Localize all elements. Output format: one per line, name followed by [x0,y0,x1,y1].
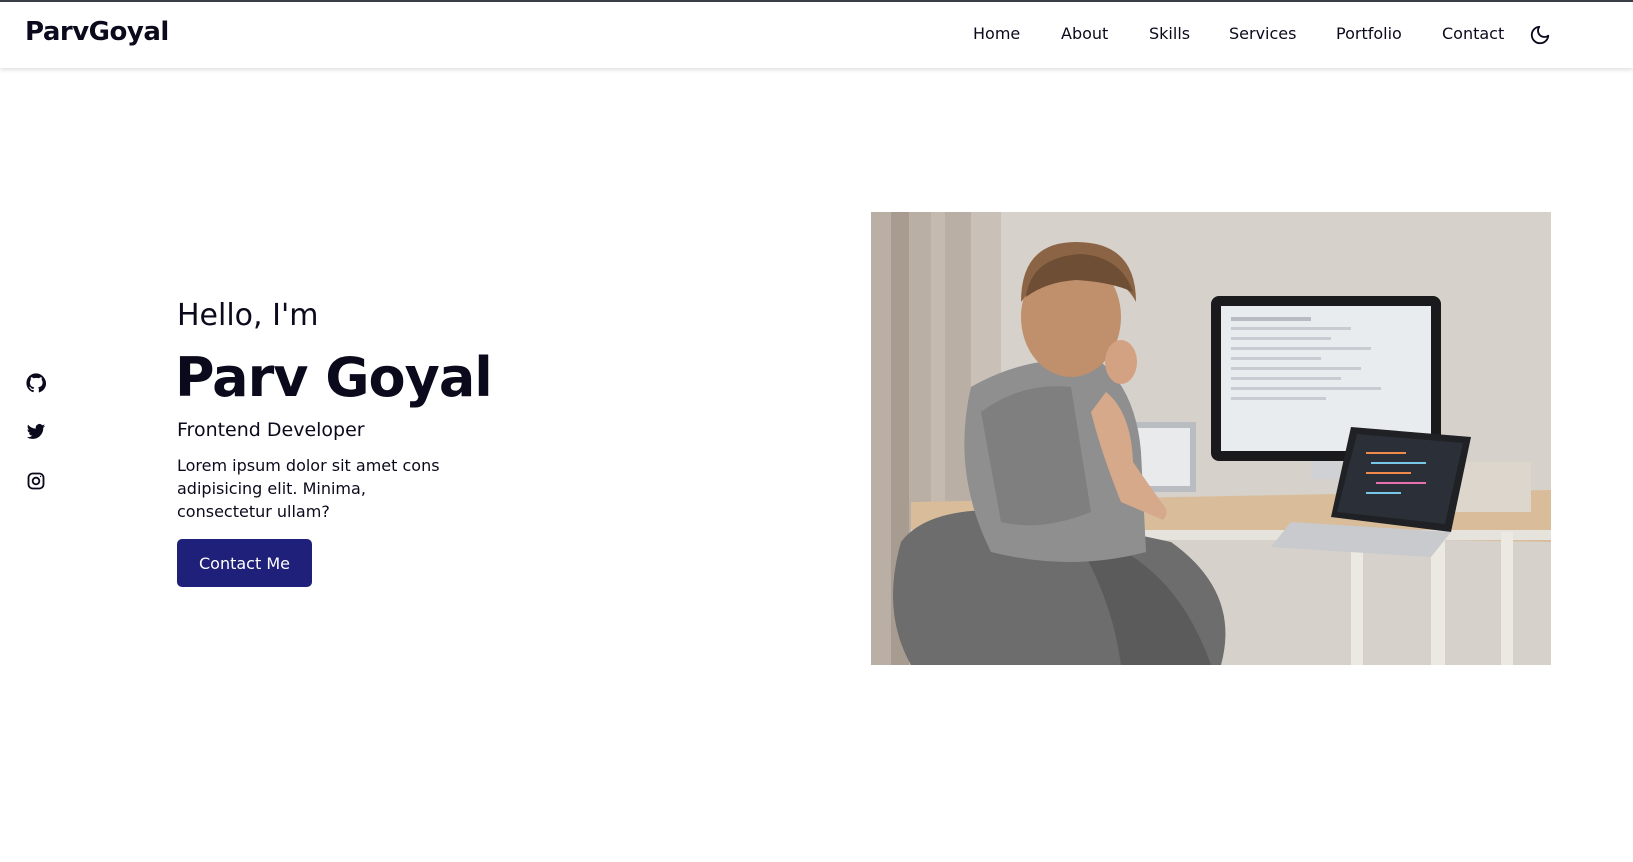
nav-portfolio-link[interactable]: Portfolio [1336,24,1402,43]
nav-contact-link[interactable]: Contact [1442,24,1504,43]
hero-photo [871,212,1551,665]
contact-me-button[interactable]: Contact Me [177,539,312,587]
github-icon [26,373,47,393]
hero-name: Parv Goyal [175,346,493,409]
hero-greeting: Hello, I'm [177,298,319,333]
theme-toggle-button[interactable] [1529,24,1551,46]
nav-home-link[interactable]: Home [973,24,1020,43]
main-nav: Home About Skills Services Portfolio Con… [0,24,1633,48]
twitter-link[interactable] [26,422,48,444]
hero-description: Lorem ipsum dolor sit amet cons adipisic… [177,456,440,521]
twitter-icon [26,424,46,439]
site-header: ParvGoyal Home About Skills Services Por… [0,2,1633,68]
moon-icon [1530,25,1550,45]
nav-about-link[interactable]: About [1061,24,1108,43]
nav-services-link[interactable]: Services [1229,24,1296,43]
instagram-icon [27,472,45,490]
nav-skills-link[interactable]: Skills [1149,24,1190,43]
instagram-link[interactable] [26,471,48,493]
hero-role: Frontend Developer [177,419,365,441]
github-link[interactable] [26,373,48,395]
